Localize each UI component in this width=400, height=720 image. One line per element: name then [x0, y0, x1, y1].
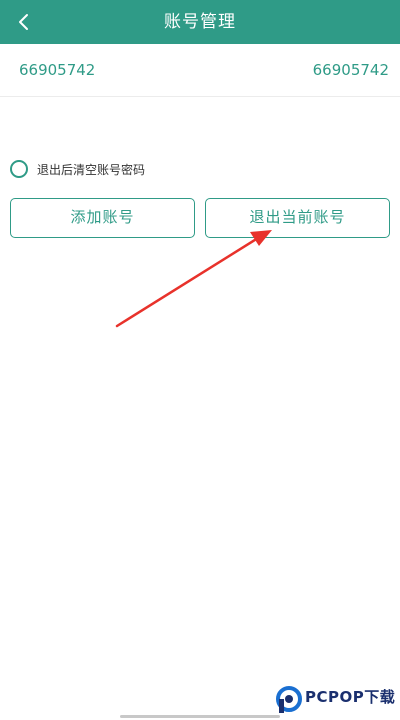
- pcpop-logo-icon: [276, 686, 302, 713]
- watermark-text: PCPOP下载: [305, 688, 396, 706]
- red-arrow-annotation: [115, 230, 272, 328]
- pcpop-watermark: PCPOP下载: [276, 684, 398, 716]
- home-indicator: [120, 715, 280, 718]
